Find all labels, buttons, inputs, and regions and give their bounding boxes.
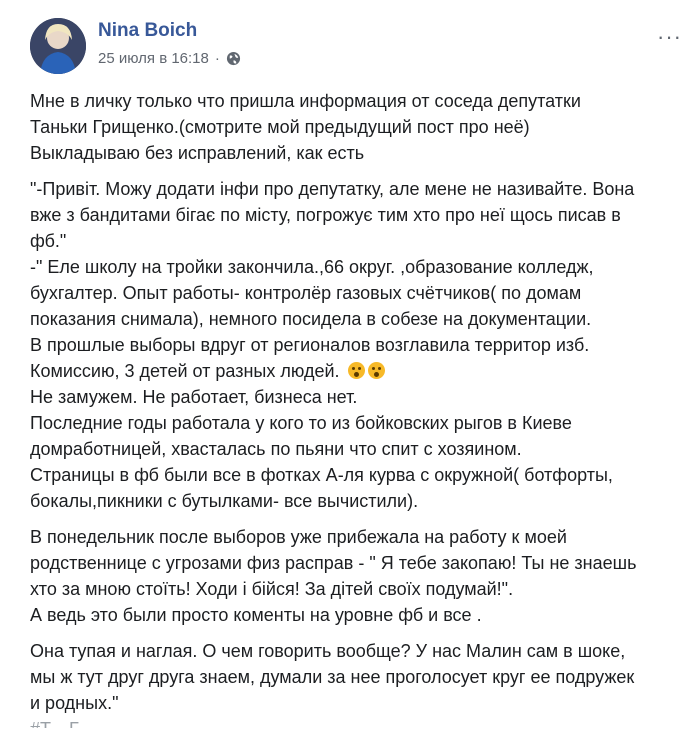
text-line: бухгалтер. Опыт работы- контролёр газовы…: [30, 283, 582, 303]
text-line: "-Привіт. Можу додати інфи про депутатку…: [30, 179, 635, 199]
text-line: Последние годы работала у кого то из бой…: [30, 413, 572, 433]
post-header: Nina Boich 25 июля в 16:18 · ···: [30, 14, 696, 74]
surprised-face-emoji-icon: [367, 362, 385, 379]
author-name[interactable]: Nina Boich: [98, 20, 197, 42]
text-line: В понедельник после выборов уже прибежал…: [30, 527, 567, 547]
text-line: домработницей, хвасталась по пьяни что с…: [30, 439, 522, 459]
globe-icon[interactable]: [226, 51, 241, 66]
text-line: показания снимала), немного посидела в с…: [30, 309, 592, 329]
text-line: -" Еле школу на тройки закончила.,66 окр…: [30, 257, 594, 277]
paragraph-1: Мне в личку только что пришла информация…: [30, 88, 690, 166]
more-options-icon[interactable]: ···: [657, 26, 682, 48]
text-line: Страницы в фб были все в фотках А-ля кур…: [30, 465, 613, 485]
text-line: Выкладываю без исправлений, как есть: [30, 143, 365, 163]
text-line: фб.": [30, 231, 67, 251]
text-line: мы ж тут друг друга знаем, думали за нее…: [30, 667, 635, 687]
avatar[interactable]: [30, 18, 86, 74]
text-line: родственнице с угрозами физ расправ - " …: [30, 553, 637, 573]
text-line: Она тупая и наглая. О чем говорить вообщ…: [30, 641, 626, 661]
facebook-post: Nina Boich 25 июля в 16:18 · ··· Мне в л…: [0, 0, 696, 730]
timestamp[interactable]: 25 июля в 16:18: [98, 50, 209, 67]
text: Комиссию, 3 детей от разных людей.: [30, 361, 340, 381]
text-line: бокалы,пикники с бутылками- все вычистил…: [30, 491, 419, 511]
paragraph-3: В понедельник после выборов уже прибежал…: [30, 524, 690, 628]
text-line: и родных.": [30, 693, 119, 713]
text-line: Таньки Грищенко.(смотрите мой предыдущий…: [30, 117, 530, 137]
text-line: вже з бандитами бігає по місту, погрожує…: [30, 205, 621, 225]
paragraph-4: Она тупая и наглая. О чем говорить вообщ…: [30, 638, 690, 728]
post-meta: 25 июля в 16:18 ·: [98, 50, 241, 67]
meta-separator: ·: [214, 50, 220, 67]
text-line: хто за мною стоїть! Ходи і бійся! За діт…: [30, 579, 514, 599]
cutoff-line: #Т... Г...: [30, 716, 690, 728]
post-body: Мне в личку только что пришла информация…: [30, 88, 690, 738]
text-line: В прошлые выборы вдруг от регионалов воз…: [30, 335, 590, 355]
avatar-photo: [30, 18, 86, 74]
surprised-face-emoji-icon: [347, 362, 365, 379]
text-line: А ведь это были просто коменты на уровне…: [30, 605, 482, 625]
text-line-with-emoji: Комиссию, 3 детей от разных людей.: [30, 358, 690, 384]
paragraph-2: "-Привіт. Можу додати інфи про депутатку…: [30, 176, 690, 514]
text-line: Не замужем. Не работает, бизнеса нет.: [30, 387, 358, 407]
text-line: Мне в личку только что пришла информация…: [30, 91, 581, 111]
